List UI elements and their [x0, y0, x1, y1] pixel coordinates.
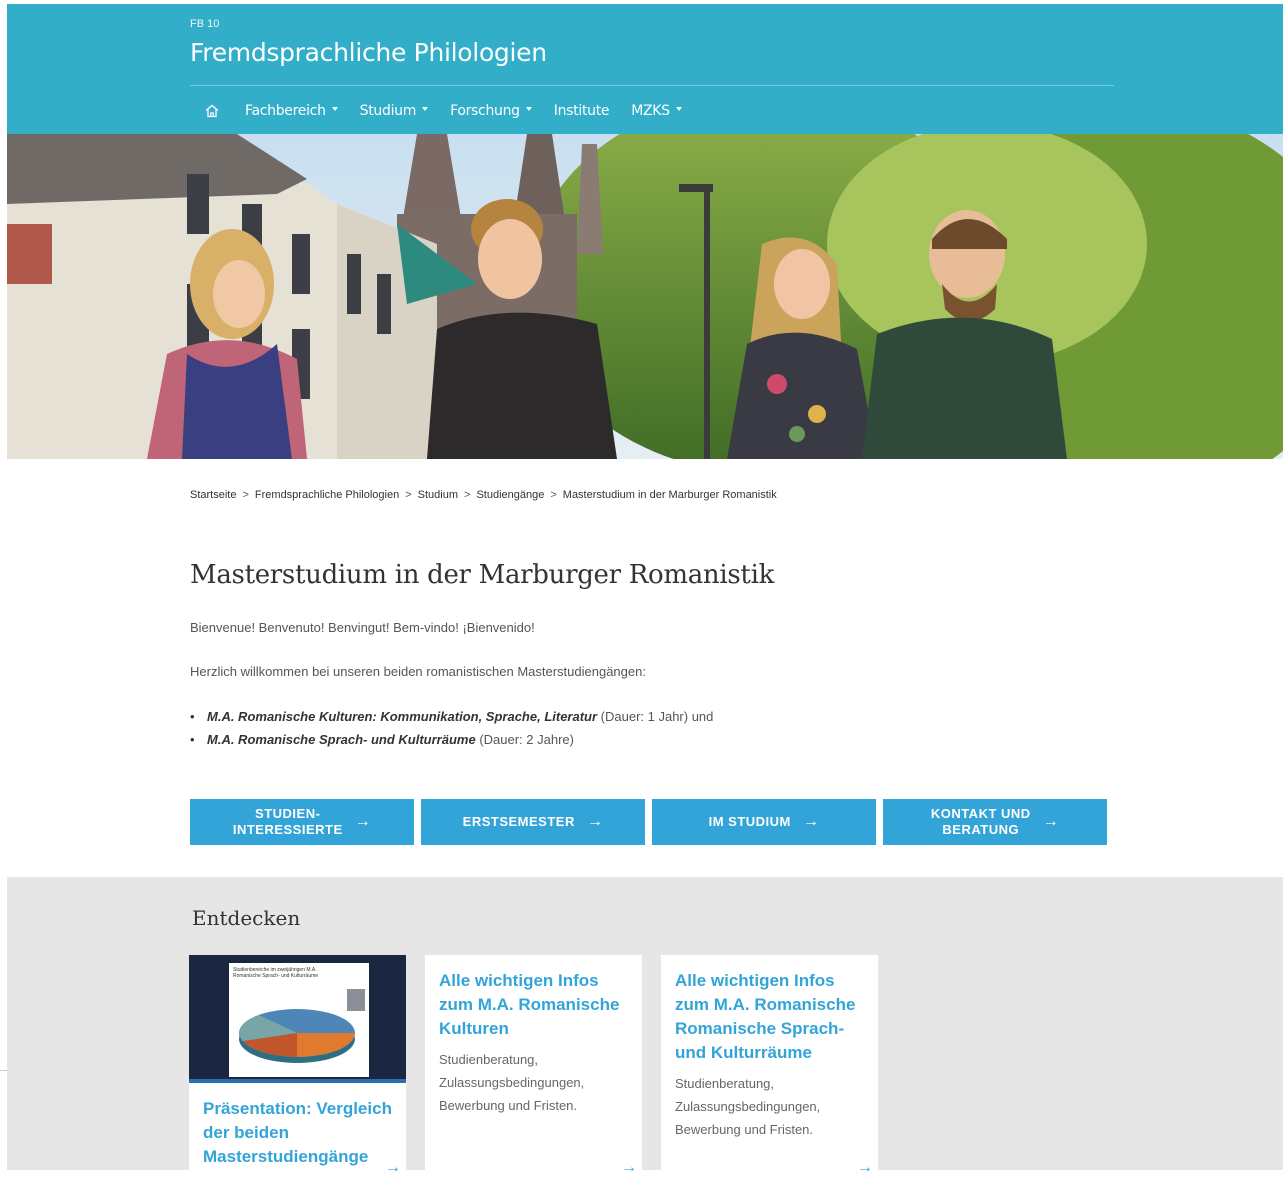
- slide-preview: Studienbereiche im zweijährigen M.A. Rom…: [229, 963, 369, 1077]
- nav-fachbereich-label: Fachbereich: [245, 103, 326, 119]
- caret-down-icon: [331, 107, 338, 111]
- nav-fachbereich[interactable]: Fachbereich: [234, 103, 349, 119]
- button-label: ERSTSEMESTER: [462, 814, 575, 829]
- card-ma-romanische-kulturen[interactable]: Alle wichtigen Infos zum M.A. Romanische…: [425, 955, 642, 1185]
- speaker-video-thumbnail: [347, 989, 365, 1011]
- breadcrumb-separator: >: [464, 489, 471, 501]
- button-label-line: BERATUNG: [942, 822, 1020, 837]
- pie-chart-thumbnail: [239, 1009, 355, 1063]
- hero-illustration: [7, 134, 1283, 459]
- site-header: FB 10 Fremdsprachliche Philologien Fachb…: [7, 4, 1283, 134]
- breadcrumb-separator: >: [405, 489, 412, 501]
- page-title: Masterstudium in der Marburger Romanisti…: [190, 560, 775, 590]
- button-label-line: INTERESSIERTE: [232, 822, 343, 837]
- discover-section: Entdecken Studienbereiche im zweijährige…: [7, 877, 1283, 1185]
- button-label: IM STUDIUM: [708, 814, 791, 829]
- department-code: FB 10: [190, 18, 220, 30]
- program-list: M.A. Romanische Kulturen: Kommunikation,…: [190, 708, 713, 754]
- breadcrumb-current: Masterstudium in der Marburger Romanisti…: [562, 489, 777, 501]
- arrow-right-icon: →: [385, 1159, 401, 1176]
- kontakt-beratung-button[interactable]: KONTAKT UND BERATUNG →: [883, 799, 1107, 845]
- program-duration: (Dauer: 2 Jahre): [475, 732, 574, 747]
- im-studium-button[interactable]: IM STUDIUM →: [652, 799, 876, 845]
- main-navigation: Fachbereich Studium Forschung Institute …: [190, 100, 693, 122]
- card-description: Studienberatung, Zulassungsbedingungen, …: [675, 1076, 821, 1137]
- card-title: Alle wichtigen Infos zum M.A. Romanische…: [439, 971, 620, 1038]
- list-item: M.A. Romanische Kulturen: Kommunikation,…: [190, 708, 713, 731]
- program-duration: (Dauer: 1 Jahr) und: [597, 709, 714, 724]
- video-progress-bar: [189, 1079, 406, 1083]
- erstsemester-button[interactable]: ERSTSEMESTER →: [421, 799, 645, 845]
- caret-down-icon: [422, 107, 429, 111]
- section-title: Entdecken: [192, 906, 301, 930]
- nav-forschung-label: Forschung: [450, 103, 520, 119]
- breadcrumb-studiengaenge[interactable]: Studiengänge: [476, 489, 544, 501]
- nav-home[interactable]: [190, 100, 234, 122]
- button-label: KONTAKT UND BERATUNG: [931, 806, 1031, 838]
- nav-institute[interactable]: Institute: [543, 103, 620, 119]
- button-label: STUDIEN- INTERESSIERTE: [233, 806, 343, 838]
- arrow-right-icon: →: [1042, 813, 1060, 830]
- nav-mzks[interactable]: MZKS: [620, 103, 693, 119]
- header-divider: [190, 85, 1114, 86]
- card-title: Präsentation: Vergleich der beiden Maste…: [203, 1099, 392, 1166]
- card-title: Alle wichtigen Infos zum M.A. Romanische…: [675, 971, 856, 1062]
- nav-forschung[interactable]: Forschung: [439, 103, 543, 119]
- button-label-line: KONTAKT UND: [930, 806, 1031, 821]
- presentation-thumbnail: Studienbereiche im zweijährigen M.A. Rom…: [189, 955, 406, 1083]
- card-presentation[interactable]: Studienbereiche im zweijährigen M.A. Rom…: [189, 955, 406, 1185]
- nav-studium-label: Studium: [359, 103, 417, 119]
- divider: [0, 1070, 7, 1071]
- breadcrumb-fremdsprachliche-philologien[interactable]: Fremdsprachliche Philologien: [255, 489, 399, 501]
- card-ma-sprach-kulturraeume[interactable]: Alle wichtigen Infos zum M.A. Romanische…: [661, 955, 878, 1185]
- arrow-right-icon: →: [857, 1159, 873, 1176]
- card-description: Studienberatung, Zulassungsbedingungen, …: [439, 1052, 585, 1113]
- nav-mzks-label: MZKS: [631, 103, 670, 119]
- caret-down-icon: [675, 107, 682, 111]
- intro-text: Herzlich willkommen bei unseren beiden r…: [190, 664, 646, 679]
- home-icon: [205, 104, 219, 118]
- button-label-line: STUDIEN-: [255, 806, 321, 821]
- hero-image: [7, 134, 1283, 459]
- nav-studium[interactable]: Studium: [349, 103, 439, 119]
- breadcrumb-studium[interactable]: Studium: [418, 489, 458, 501]
- arrow-right-icon: →: [586, 813, 604, 830]
- arrow-right-icon: →: [354, 813, 372, 830]
- site-title[interactable]: Fremdsprachliche Philologien: [190, 38, 547, 67]
- breadcrumb-separator: >: [550, 489, 557, 501]
- studieninteressierte-button[interactable]: STUDIEN- INTERESSIERTE →: [190, 799, 414, 845]
- breadcrumb-startseite[interactable]: Startseite: [190, 489, 236, 501]
- program-name: M.A. Romanische Sprach- und Kulturräume: [207, 732, 476, 747]
- program-name: M.A. Romanische Kulturen: Kommunikation,…: [207, 709, 598, 724]
- list-item: M.A. Romanische Sprach- und Kulturräume …: [190, 731, 713, 754]
- greeting-text: Bienvenue! Benvenuto! Benvingut! Bem-vin…: [190, 620, 535, 635]
- caret-down-icon: [525, 107, 532, 111]
- breadcrumb: Startseite > Fremdsprachliche Philologien >…: [190, 489, 777, 501]
- arrow-right-icon: →: [621, 1159, 637, 1176]
- nav-institute-label: Institute: [553, 103, 610, 119]
- arrow-right-icon: →: [802, 813, 820, 830]
- breadcrumb-separator: >: [242, 489, 249, 501]
